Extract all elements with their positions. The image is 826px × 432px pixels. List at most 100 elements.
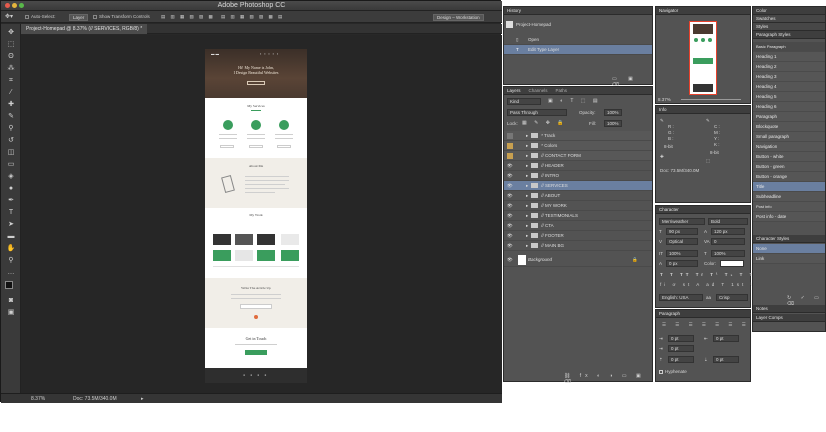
blend-mode-dropdown[interactable]: Pass Through [507, 109, 567, 116]
screen-mode-icon[interactable]: ▣ [6, 308, 16, 317]
move-tool-icon[interactable]: ✥ [6, 28, 16, 37]
eye-icon[interactable]: 👁 [507, 241, 513, 251]
navigator-zoom-slider[interactable] [681, 99, 741, 100]
styles-tab[interactable]: Styles [753, 23, 825, 31]
paragraph-style-item[interactable]: Heading 5 [753, 92, 825, 102]
paragraph-style-item[interactable]: Small paragraph [753, 132, 825, 142]
navigator-view-box[interactable] [689, 21, 717, 95]
navigator-zoom[interactable]: 8.37% [658, 97, 671, 102]
character-style-item[interactable]: Link [753, 254, 825, 264]
zoom-tool-icon[interactable]: ⚲ [6, 256, 16, 265]
tracking-input[interactable]: 0 [711, 238, 745, 245]
color-tab[interactable]: Color [753, 7, 825, 15]
gradient-tool-icon[interactable]: ▭ [6, 160, 16, 169]
auto-select-mode-dropdown[interactable]: Layer [69, 14, 89, 21]
visibility-toggle[interactable] [507, 143, 513, 149]
baseline-shift-input[interactable]: 0 px [666, 260, 698, 267]
horizontal-scale-input[interactable]: 100% [711, 250, 745, 257]
lasso-tool-icon[interactable]: ʘ [6, 52, 16, 61]
layer-row-selected[interactable]: 👁 ▸// SERVICES [504, 181, 652, 191]
quick-mask-icon[interactable]: ◙ [6, 296, 16, 305]
paragraph-style-item[interactable]: Navigation [753, 142, 825, 152]
brush-tool-icon[interactable]: ✎ [6, 112, 16, 121]
vertical-scale-input[interactable]: 100% [666, 250, 698, 257]
space-after-input[interactable]: 0 pt [713, 356, 739, 363]
layer-kind-filter[interactable]: Kind [507, 98, 541, 105]
more-tools-icon[interactable]: … [6, 268, 16, 277]
hand-tool-icon[interactable]: ✋ [6, 244, 16, 253]
align-buttons[interactable]: ▤ ▥ ▦ ▧ ▨ ▩ [161, 14, 215, 20]
antialias-dropdown[interactable]: Crisp [716, 294, 748, 301]
font-size-input[interactable]: 90 px [666, 228, 698, 235]
layer-row[interactable]: 👁 ▸// ABOUT [504, 191, 652, 201]
history-item-selected[interactable]: T Edit Type Layer [504, 45, 652, 55]
opacity-input[interactable]: 100% [604, 109, 622, 116]
eye-icon[interactable]: 👁 [507, 201, 513, 211]
history-brush-tool-icon[interactable]: ↺ [6, 136, 16, 145]
visibility-toggle[interactable] [507, 153, 513, 159]
healing-brush-tool-icon[interactable]: ✚ [6, 100, 16, 109]
paragraph-style-item[interactable]: Heading 6 [753, 102, 825, 112]
lock-buttons[interactable]: ▦ ✎ ✥ 🔒 [522, 120, 567, 126]
character-style-item-selected[interactable]: None [753, 244, 825, 254]
eye-icon[interactable]: 👁 [507, 161, 513, 171]
type-tool-icon[interactable]: T [6, 208, 16, 217]
text-color-swatch[interactable] [720, 260, 744, 267]
document-canvas[interactable]: ▬ ▬ ▪ ▪ ▪ ▪ ▪ Hi! My Name is John, I Des… [205, 49, 307, 383]
paragraph-style-item[interactable]: Button - orange [753, 172, 825, 182]
quick-select-tool-icon[interactable]: ⁂ [6, 64, 16, 73]
paragraph-style-item[interactable]: Blockquote [753, 122, 825, 132]
alignment-buttons[interactable]: ☰ ☰ ☰ ☰ ☰ ☰ ☰ [662, 322, 750, 328]
tab-channels[interactable]: Channels [529, 88, 548, 93]
faux-style-buttons[interactable]: T T TT Tr T¹ T₁ T T [660, 272, 755, 277]
distribute-buttons[interactable]: ▤ ▥ ▦ ▧ ▨ ▩ ▤ [221, 14, 284, 20]
kerning-input[interactable]: Optical [666, 238, 698, 245]
eye-icon[interactable]: 👁 [507, 181, 513, 191]
paragraph-style-item[interactable]: Heading 2 [753, 62, 825, 72]
indent-right-input[interactable]: 0 pt [713, 335, 739, 342]
paragraph-style-item[interactable]: Basic Paragraph [753, 42, 825, 52]
first-line-input[interactable]: 0 pt [668, 345, 694, 352]
eye-icon[interactable]: 👁 [507, 171, 513, 181]
visibility-toggle[interactable] [507, 133, 513, 139]
notes-tab[interactable]: Notes [753, 305, 825, 313]
swatches-tab[interactable]: Swatches [753, 15, 825, 23]
tab-layers[interactable]: Layers [507, 88, 521, 93]
paragraph-style-item-selected[interactable]: Title [753, 182, 825, 192]
show-transform-checkbox[interactable]: Show Transform Controls [93, 14, 150, 19]
paragraph-style-item[interactable]: Button - green [753, 162, 825, 172]
paragraph-style-item[interactable]: Paragraph [753, 112, 825, 122]
eye-icon[interactable]: 👁 [507, 253, 513, 263]
clone-stamp-tool-icon[interactable]: ⚲ [6, 124, 16, 133]
workspace-dropdown[interactable]: Design – Workstation [433, 14, 484, 21]
blur-tool-icon[interactable]: ◈ [6, 172, 16, 181]
move-tool-icon[interactable]: ✥▾ [5, 13, 13, 20]
layer-row[interactable]: ▸ * Colors [504, 141, 652, 151]
paragraph-style-item[interactable]: Subheadline [753, 192, 825, 202]
history-snapshot[interactable]: Project-Homepad [506, 18, 652, 31]
pen-tool-icon[interactable]: ✒ [6, 196, 16, 205]
paragraph-style-item[interactable]: Post info [753, 202, 825, 212]
layer-row-background[interactable]: 👁 Background 🔒 [504, 253, 652, 267]
leading-input[interactable]: 120 px [711, 228, 745, 235]
crop-tool-icon[interactable]: ⌗ [6, 76, 16, 85]
indent-left-input[interactable]: 0 pt [668, 335, 694, 342]
space-before-input[interactable]: 0 pt [668, 356, 694, 363]
eye-icon[interactable]: 👁 [507, 191, 513, 201]
layer-row[interactable]: ▸ * Track [504, 131, 652, 141]
paragraph-style-item[interactable]: Heading 4 [753, 82, 825, 92]
layer-row[interactable]: 👁 ▸// MY WORK [504, 201, 652, 211]
eraser-tool-icon[interactable]: ◫ [6, 148, 16, 157]
opentype-buttons[interactable]: fi ơ st A ad T 1st ½ [660, 282, 757, 287]
paragraph-style-item[interactable]: Post info - date [753, 212, 825, 222]
eye-icon[interactable]: 👁 [507, 231, 513, 241]
layer-row[interactable]: 👁 ▸// TESTIMONIALS [504, 211, 652, 221]
hyphenate-checkbox[interactable]: Hyphenate [659, 369, 687, 374]
auto-select-checkbox[interactable]: Auto-Select: [25, 14, 56, 19]
fill-input[interactable]: 100% [604, 120, 622, 127]
font-style-dropdown[interactable]: Bold [708, 218, 748, 225]
status-menu-arrow-icon[interactable]: ▸ [141, 396, 144, 402]
layer-row[interactable]: 👁 ▸// HEADER [504, 161, 652, 171]
tab-paths[interactable]: Paths [556, 88, 568, 93]
foreground-color-swatch[interactable] [5, 281, 13, 289]
